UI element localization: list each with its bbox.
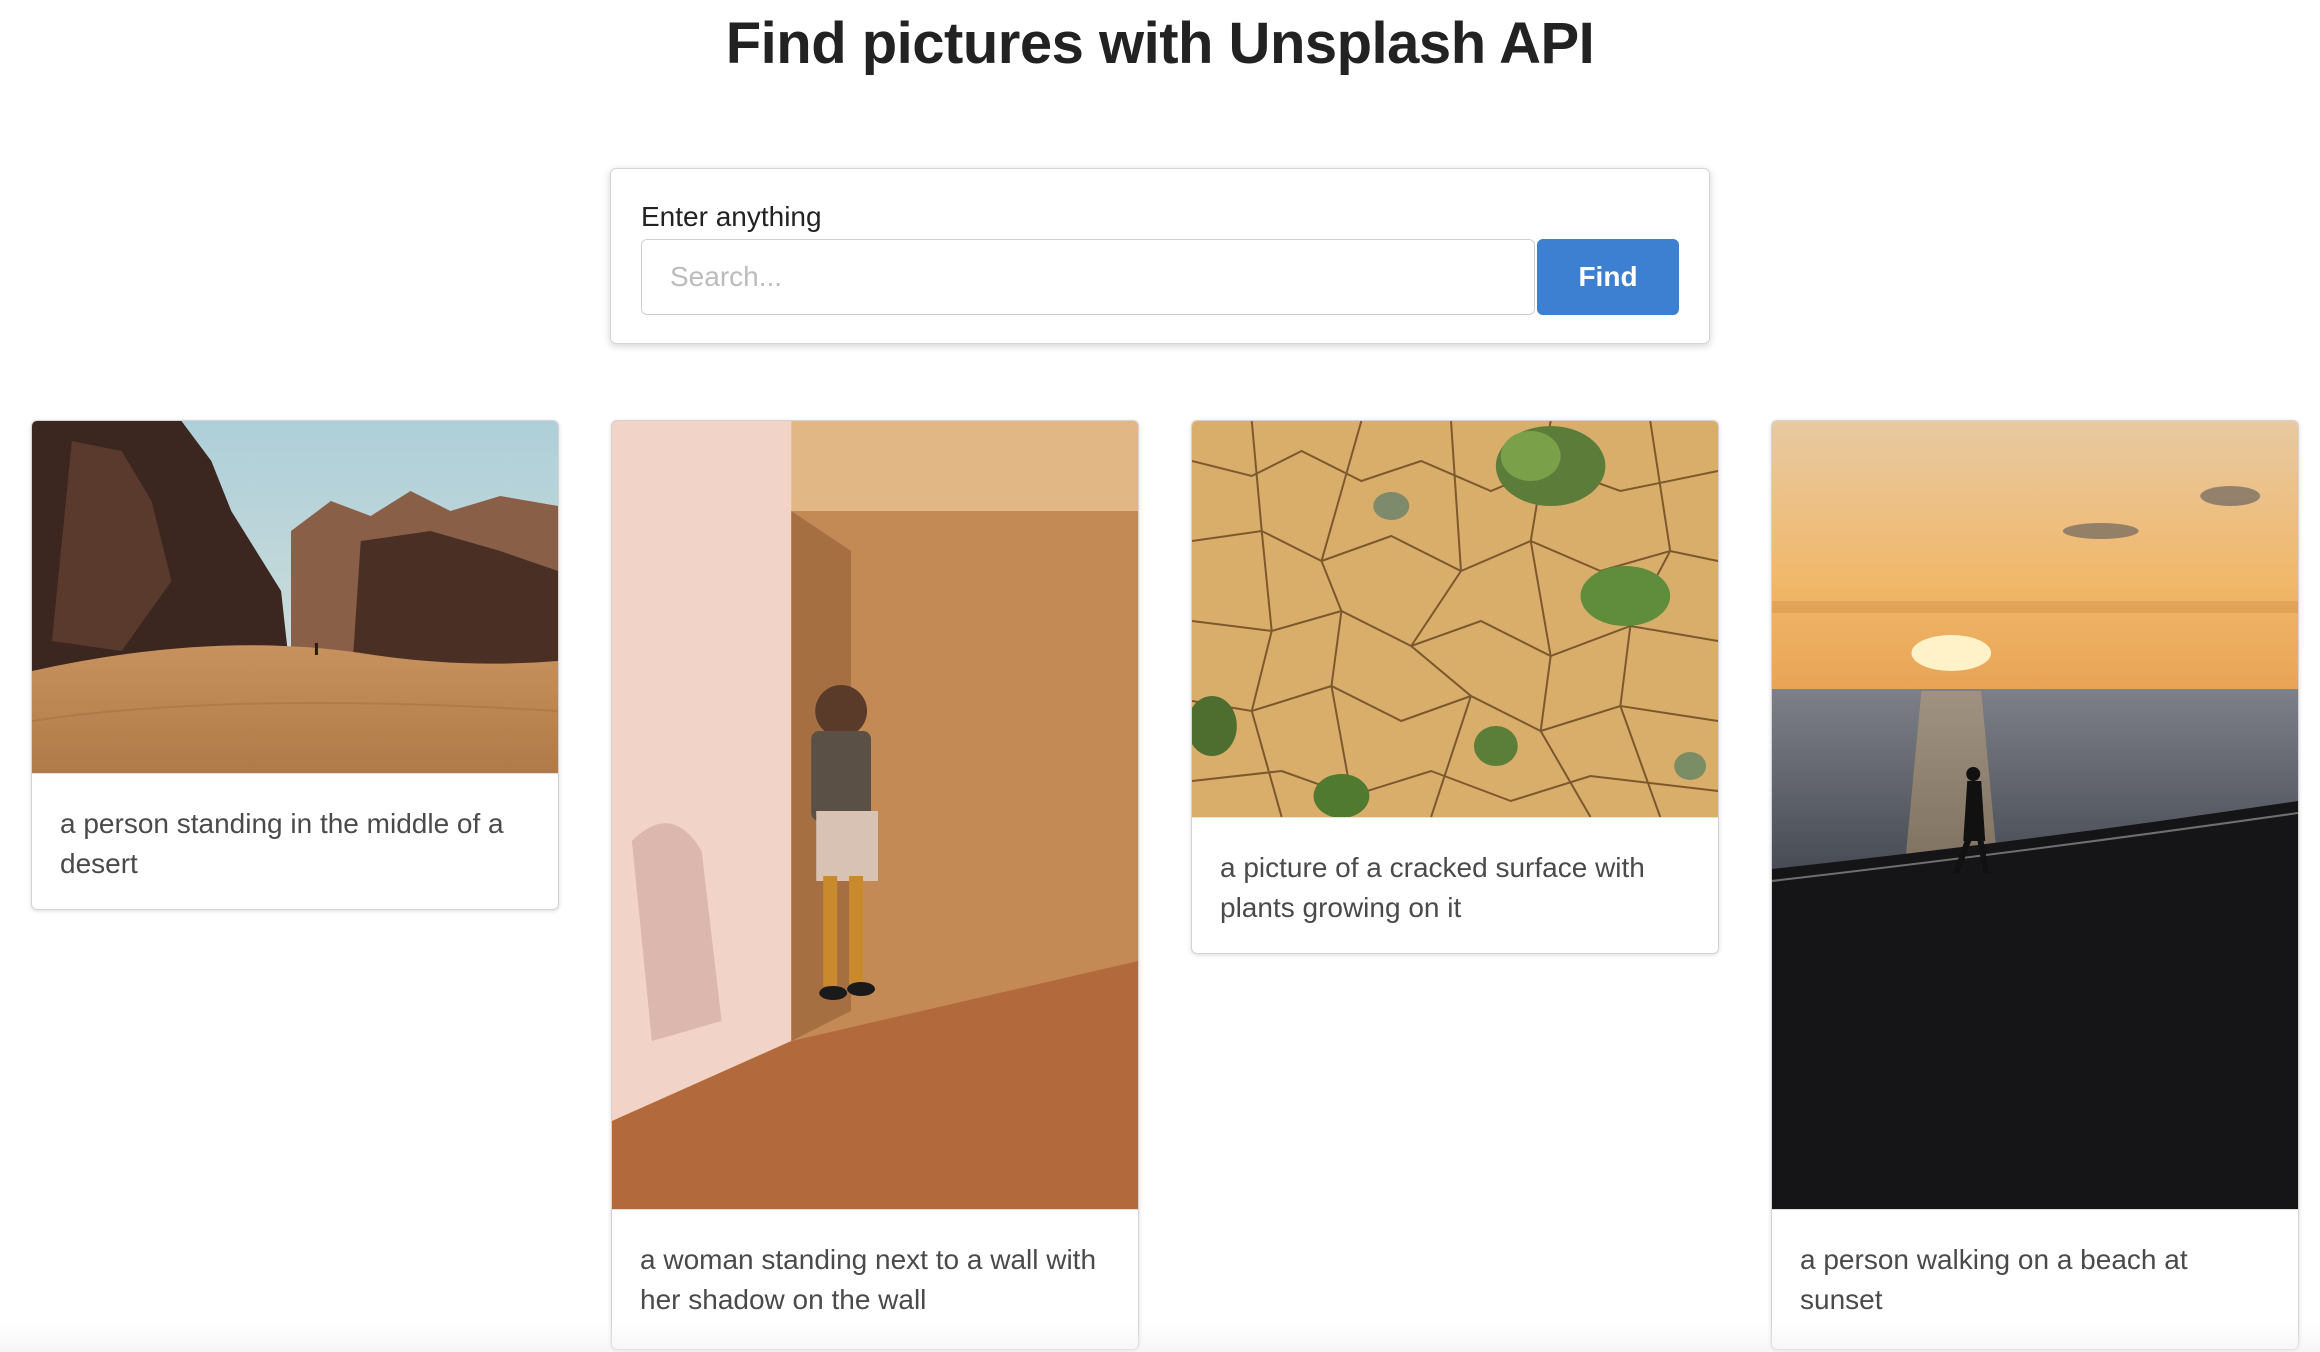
- search-input[interactable]: [641, 239, 1535, 315]
- search-label: Enter anything: [641, 201, 822, 232]
- result-caption: a woman standing next to a wall with her…: [640, 1244, 1097, 1315]
- result-image[interactable]: [32, 421, 558, 774]
- result-caption: a picture of a cracked surface with plan…: [1220, 852, 1645, 923]
- result-caption: a person walking on a beach at sunset: [1800, 1244, 2188, 1315]
- result-image[interactable]: [1192, 421, 1718, 818]
- result-card[interactable]: a woman standing next to a wall with her…: [611, 420, 1139, 1350]
- find-button[interactable]: Find: [1537, 239, 1679, 315]
- result-image[interactable]: [612, 421, 1138, 1210]
- result-card[interactable]: a person walking on a beach at sunset: [1771, 420, 2299, 1350]
- page: Find pictures with Unsplash API Enter an…: [0, 0, 2320, 1352]
- page-title: Find pictures with Unsplash API: [725, 11, 1595, 76]
- result-card[interactable]: a picture of a cracked surface with plan…: [1191, 420, 1719, 954]
- result-caption: a person standing in the middle of a des…: [60, 808, 504, 879]
- result-image[interactable]: [1772, 421, 2298, 1210]
- search-card: Enter anything Find: [610, 168, 1710, 344]
- result-card[interactable]: a person standing in the middle of a des…: [31, 420, 559, 910]
